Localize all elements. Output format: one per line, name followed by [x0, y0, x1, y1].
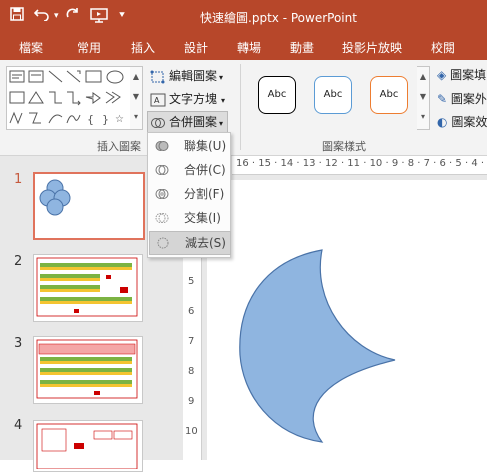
tab-transitions[interactable]: 轉場: [237, 39, 261, 56]
fragment-icon: [155, 189, 169, 199]
shapes-gallery-scroll[interactable]: ▲ ▼ ▾: [130, 66, 143, 130]
scroll-down-icon[interactable]: ▼: [130, 87, 142, 107]
slide-thumbnail-2[interactable]: [33, 254, 143, 322]
title-bar: ▾ ⯆ 快速繪圖.pptx - PowerPoint: [0, 0, 487, 34]
shape-styles-gallery[interactable]: Abc Abc Abc: [246, 66, 426, 128]
ribbon-tabs: 檔案 常用 插入 設計 轉場 動畫 投影片放映 校閱: [0, 34, 487, 60]
ruler-label: 6: [188, 306, 195, 317]
shape-fill-label: 圖案填: [450, 68, 487, 82]
menu-item-label: 合併(C): [184, 163, 226, 177]
ruler-labels: 16 · 15 · 14 · 13 · 12 · 11 · 10 · 9 · 8…: [236, 158, 487, 169]
menu-item-combine[interactable]: 合併(C): [149, 159, 229, 181]
shapes-gallery[interactable]: { } ☆: [6, 66, 132, 130]
slide-number: 3: [14, 336, 23, 351]
chevron-down-icon: ▾: [219, 73, 224, 82]
thumbnail-preview: [36, 339, 138, 399]
text-box-button[interactable]: A 文字方塊 ▾: [150, 89, 225, 109]
chevron-down-icon: ▾: [219, 119, 224, 128]
shape-effects-button[interactable]: ◐ 圖案效: [437, 113, 487, 130]
insert-shapes-group-label: 插入圖案: [97, 140, 141, 153]
menu-item-fragment[interactable]: 分割(F): [149, 183, 229, 205]
menu-item-subtract[interactable]: 減去(S): [149, 231, 231, 255]
intersect-icon: [155, 213, 169, 223]
slide-number: 2: [14, 254, 23, 269]
effects-icon: ◐: [437, 115, 448, 129]
menu-item-label: 聯集(U): [184, 139, 227, 153]
shape-style-swatch[interactable]: Abc: [370, 76, 408, 114]
ruler-label: 8: [188, 366, 195, 377]
shape-styles-group-label: 圖案樣式: [322, 140, 366, 153]
ruler-label: 10: [185, 426, 198, 437]
pen-icon: ✎: [437, 92, 448, 106]
edit-shape-button[interactable]: 編輯圖案 ▾: [150, 66, 223, 86]
edit-shape-label: 編輯圖案: [169, 69, 218, 83]
gallery-more-icon[interactable]: ▾: [130, 107, 142, 127]
tab-home[interactable]: 常用: [77, 39, 101, 56]
menu-item-label: 減去(S): [185, 236, 226, 250]
tab-insert[interactable]: 插入: [131, 39, 155, 56]
thumbnail-preview: [39, 179, 71, 216]
scroll-up-icon[interactable]: ▲: [130, 67, 142, 87]
shape-fill-button[interactable]: ◈ 圖案填: [437, 66, 486, 83]
paint-bucket-icon: ◈: [437, 68, 447, 82]
svg-text:A: A: [154, 96, 160, 105]
subtract-icon: [157, 237, 169, 249]
subtracted-shape[interactable]: [207, 180, 487, 460]
union-icon: [155, 141, 169, 151]
slide-thumbnail-1[interactable]: [33, 172, 145, 240]
thumbnail-preview: [36, 423, 138, 470]
shape-outline-label: 圖案外: [450, 92, 487, 106]
shape-style-swatch[interactable]: Abc: [314, 76, 352, 114]
menu-item-label: 交集(I): [184, 211, 221, 225]
edit-shape-icon: [150, 70, 165, 83]
ruler-label: 9: [188, 396, 195, 407]
slide-number: 1: [14, 172, 23, 187]
slide-thumbnail-3[interactable]: [33, 336, 143, 404]
slide-thumbnail-4[interactable]: [33, 420, 143, 472]
scroll-up-icon[interactable]: ▲: [417, 67, 429, 87]
scroll-down-icon[interactable]: ▼: [417, 87, 429, 107]
text-box-icon: A: [150, 93, 166, 106]
merge-shapes-menu: 聯集(U) 合併(C) 分割(F) 交集(I) 減去(S): [147, 132, 231, 258]
tab-animations[interactable]: 動畫: [290, 39, 314, 56]
shape-icons: { } ☆: [9, 70, 124, 126]
tab-review[interactable]: 校閱: [431, 39, 455, 56]
ribbon: { } ☆ ▲ ▼ ▾ 編輯圖案 ▾ A 文字方塊 ▾ 合併圖案 ▾ 插入圖案 Abc …: [0, 60, 487, 156]
text-box-label: 文字方塊: [169, 92, 218, 106]
thumbnail-preview: [36, 257, 138, 317]
shape-style-swatch[interactable]: Abc: [258, 76, 296, 114]
slide-thumbnails-pane: 1 2 3 4: [0, 156, 147, 472]
styles-gallery-scroll[interactable]: ▲ ▼ ▾: [417, 66, 430, 130]
tab-design[interactable]: 設計: [184, 39, 208, 56]
shape-effects-label: 圖案效: [451, 115, 487, 129]
svg-text:☆: ☆: [115, 114, 124, 125]
slide-canvas[interactable]: [207, 180, 487, 460]
shape-outline-button[interactable]: ✎ 圖案外: [437, 90, 487, 107]
tab-file[interactable]: 檔案: [19, 39, 43, 56]
slide-number: 4: [14, 418, 23, 433]
gallery-more-icon[interactable]: ▾: [417, 107, 429, 127]
menu-item-label: 分割(F): [184, 187, 225, 201]
combine-icon: [155, 165, 169, 175]
ruler-label: 5: [188, 276, 195, 287]
svg-text:{: {: [87, 113, 94, 126]
menu-item-intersect[interactable]: 交集(I): [149, 207, 229, 229]
svg-text:}: }: [102, 113, 109, 126]
menu-item-union[interactable]: 聯集(U): [149, 135, 229, 157]
ruler-label: 7: [188, 336, 195, 347]
window-title: 快速繪圖.pptx - PowerPoint: [200, 11, 357, 25]
chevron-down-icon: ▾: [221, 96, 226, 105]
merge-shapes-icon: [151, 117, 165, 128]
horizontal-ruler: 16 · 15 · 14 · 13 · 12 · 11 · 10 · 9 · 8…: [232, 156, 487, 175]
tab-slideshow[interactable]: 投影片放映: [342, 39, 402, 56]
merge-shapes-label: 合併圖案: [169, 115, 218, 129]
group-separator: [240, 64, 241, 150]
merge-shapes-button[interactable]: 合併圖案 ▾: [147, 111, 229, 133]
